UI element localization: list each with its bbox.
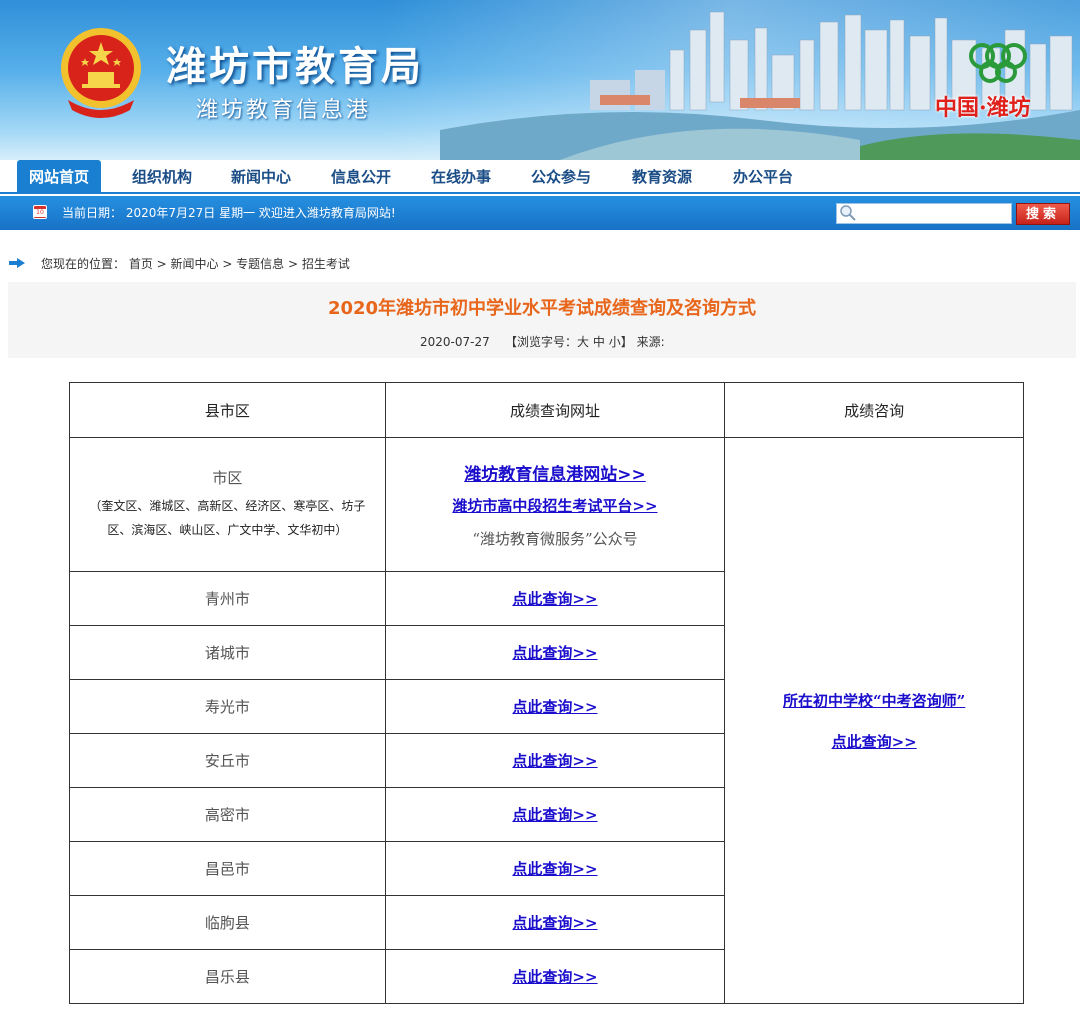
district-name: 寿光市: [69, 679, 386, 734]
article-title: 2020年潍坊市初中学业水平考试成绩查询及咨询方式: [327, 298, 757, 319]
consult-query-link[interactable]: 点此查询>>: [832, 733, 917, 751]
query-link[interactable]: 点此查询>>: [512, 806, 597, 824]
nav-item-online-service[interactable]: 在线办事: [416, 160, 506, 194]
district-name: 昌乐县: [69, 949, 386, 1004]
header-query-url: 成绩查询网址: [384, 382, 726, 438]
consult-teacher-link[interactable]: 所在初中学校“中考咨询师”: [783, 692, 965, 710]
calendar-icon: 10: [33, 205, 47, 219]
header-banner: 潍坊市教育局 潍坊教育信息港 中国·潍坊: [0, 0, 1080, 160]
font-size-label: 【浏览字号：: [505, 335, 578, 349]
national-emblem-icon: [61, 28, 141, 118]
table-header-row: 县市区 成绩查询网址 成绩咨询: [69, 382, 1024, 438]
breadcrumb: 您现在的位置： 首页 > 新闻中心 > 专题信息 > 招生考试: [41, 257, 350, 271]
district-name: 诸城市: [69, 625, 386, 680]
query-cell: 点此查询>>: [384, 787, 726, 842]
district-name: 市区: [212, 469, 243, 487]
nav-item-participation[interactable]: 公众参与: [516, 160, 606, 194]
query-cell: 潍坊教育信息港网站>> 潍坊市高中段招生考试平台>> “潍坊教育微服务”公众号: [384, 437, 726, 572]
district-cell: 市区 （奎文区、潍城区、高新区、经济区、寒亭区、坊子区、滨海区、峡山区、广文中学…: [69, 437, 386, 572]
article-meta: 2020-07-27 【浏览字号：大 中 小】 来源:: [420, 333, 665, 350]
wechat-account-text: “潍坊教育微服务”公众号: [472, 530, 638, 548]
query-link[interactable]: 点此查询>>: [512, 590, 597, 608]
district-name: 昌邑市: [69, 841, 386, 896]
header-district: 县市区: [69, 382, 386, 438]
query-cell: 点此查询>>: [384, 949, 726, 1004]
district-name: 青州市: [69, 571, 386, 626]
query-link[interactable]: 点此查询>>: [512, 914, 597, 932]
location-arrow-icon: [9, 258, 25, 268]
query-link[interactable]: 点此查询>>: [512, 698, 597, 716]
nav-item-news[interactable]: 新闻中心: [216, 160, 306, 194]
main-nav: 网站首页 组织机构 新闻中心 信息公开 在线办事 公众参与 教育资源 办公平台: [0, 160, 1080, 194]
search-button[interactable]: 搜索: [1016, 203, 1070, 225]
site-title: 潍坊市教育局: [166, 43, 424, 90]
query-link[interactable]: 点此查询>>: [512, 644, 597, 662]
nav-item-home[interactable]: 网站首页: [17, 160, 101, 194]
info-port-link[interactable]: 潍坊教育信息港网站>>: [464, 465, 646, 485]
score-query-table: 县市区 成绩查询网址 成绩咨询 市区 （奎文区、潍城区、高新区、经济区、寒亭区、…: [69, 382, 1024, 1004]
header-consult: 成绩咨询: [724, 382, 1024, 438]
nav-item-resources[interactable]: 教育资源: [617, 160, 707, 194]
table-row: 市区 （奎文区、潍城区、高新区、经济区、寒亭区、坊子区、滨海区、峡山区、广文中学…: [69, 437, 1024, 1004]
search-icon: [840, 205, 856, 221]
font-size-label-close: 】: [620, 335, 633, 349]
article-source: 来源:: [636, 335, 665, 349]
font-size-medium-link[interactable]: 中: [593, 335, 605, 349]
article-date: 2020-07-27: [420, 335, 490, 349]
weifang-logo-icon: [969, 43, 1027, 83]
nav-item-office[interactable]: 办公平台: [718, 160, 808, 194]
current-date-text: 当前日期： 2020年7月27日 星期一 欢迎进入潍坊教育局网站!: [62, 206, 396, 220]
exam-platform-link[interactable]: 潍坊市高中段招生考试平台>>: [452, 497, 657, 515]
district-name: 安丘市: [69, 733, 386, 788]
nav-item-organization[interactable]: 组织机构: [117, 160, 207, 194]
district-note: （奎文区、潍城区、高新区、经济区、寒亭区、坊子区、滨海区、峡山区、广文中学、文华…: [89, 499, 366, 537]
site-subtitle: 潍坊教育信息港: [196, 98, 372, 123]
query-link[interactable]: 点此查询>>: [512, 752, 597, 770]
font-size-small-link[interactable]: 小: [609, 335, 621, 349]
article-header: 2020年潍坊市初中学业水平考试成绩查询及咨询方式 2020-07-27 【浏览…: [8, 282, 1076, 358]
search-input[interactable]: [836, 203, 1012, 224]
query-cell: 点此查询>>: [384, 571, 726, 626]
query-cell: 点此查询>>: [384, 895, 726, 950]
district-name: 高密市: [69, 787, 386, 842]
query-cell: 点此查询>>: [384, 841, 726, 896]
query-cell: 点此查询>>: [384, 733, 726, 788]
consult-cell: 所在初中学校“中考咨询师” 点此查询>>: [724, 437, 1024, 1004]
query-link[interactable]: 点此查询>>: [512, 860, 597, 878]
nav-item-disclosure[interactable]: 信息公开: [316, 160, 406, 194]
district-name: 临朐县: [69, 895, 386, 950]
query-link[interactable]: 点此查询>>: [512, 968, 597, 986]
font-size-large-link[interactable]: 大: [577, 335, 589, 349]
query-cell: 点此查询>>: [384, 625, 726, 680]
query-cell: 点此查询>>: [384, 679, 726, 734]
city-tag: 中国·潍坊: [935, 95, 1031, 121]
